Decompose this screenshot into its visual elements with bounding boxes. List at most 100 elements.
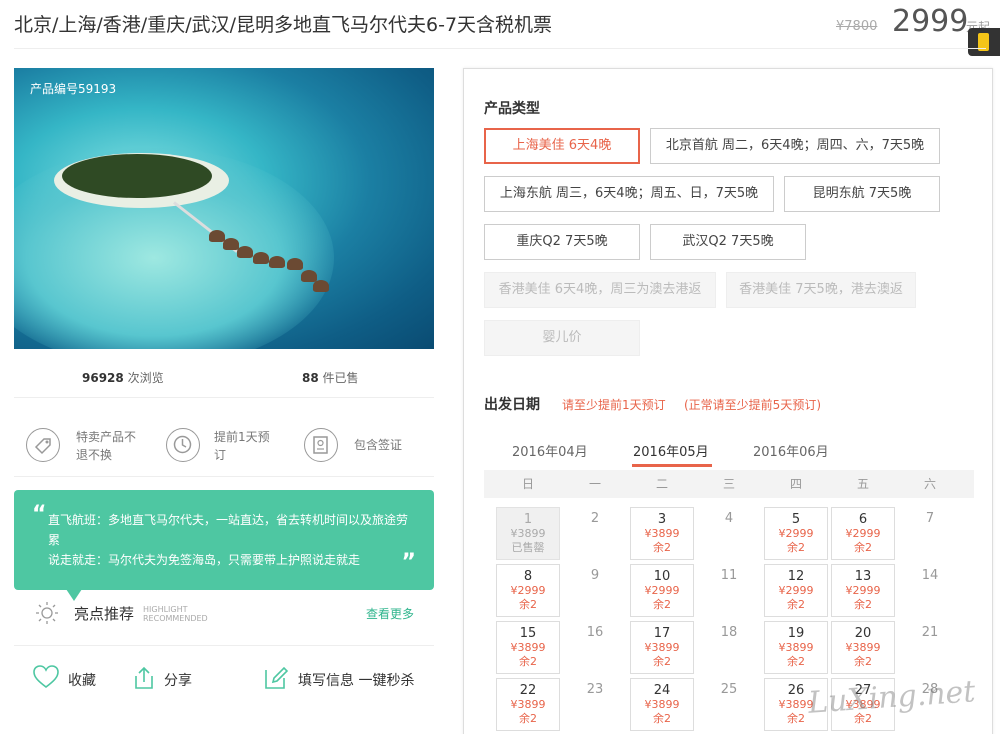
day-stock: 余2 <box>854 598 872 611</box>
day-price: ¥3899 <box>845 641 881 654</box>
fill-info-button[interactable]: 填写信息 一键秒杀 <box>298 670 414 690</box>
clock-icon <box>166 428 200 462</box>
calendar-day-16: 16 <box>563 621 627 674</box>
heart-icon[interactable] <box>32 664 60 694</box>
passport-icon <box>304 428 338 462</box>
calendar-day-6[interactable]: 6 ¥2999 余2 <box>831 507 895 560</box>
calendar-day-15[interactable]: 15 ¥3899 余2 <box>496 621 560 674</box>
calendar-day-12[interactable]: 12 ¥2999 余2 <box>764 564 828 617</box>
day-price: ¥2999 <box>845 527 881 540</box>
month-tab-may[interactable]: 2016年05月 <box>633 441 709 460</box>
calendar-day-18: 18 <box>697 621 761 674</box>
type-option-chongqing-q2[interactable]: 重庆Q2 7天5晚 <box>484 224 640 260</box>
calendar-day-11: 11 <box>697 564 761 617</box>
day-number: 1 <box>523 512 533 527</box>
view-more-link[interactable]: 查看更多 <box>366 605 414 622</box>
divider <box>14 476 434 477</box>
booking-note-normal: (正常请至少提前5天预订) <box>684 398 821 412</box>
day-number: 3 <box>657 512 667 527</box>
favorite-button[interactable]: 收藏 <box>68 670 96 690</box>
day-stock: 余2 <box>653 712 671 725</box>
weekday-label: 三 <box>722 477 735 491</box>
day-number: 16 <box>586 625 604 640</box>
month-tab-april[interactable]: 2016年04月 <box>512 441 588 460</box>
calendar-day-1: 1 ¥3899 已售罄 <box>496 507 560 560</box>
product-image[interactable] <box>14 68 434 349</box>
day-stock: 余2 <box>653 655 671 668</box>
quote-open-icon: “ <box>32 502 47 527</box>
active-month-indicator <box>632 464 712 467</box>
day-stock: 余2 <box>854 655 872 668</box>
day-number: 20 <box>854 626 872 641</box>
type-option-wuhan-q2[interactable]: 武汉Q2 7天5晚 <box>650 224 806 260</box>
day-number: 13 <box>854 569 872 584</box>
calendar-day-3[interactable]: 3 ¥3899 余2 <box>630 507 694 560</box>
tag-icon <box>26 428 60 462</box>
day-price: ¥3899 <box>510 527 546 540</box>
type-option-kunming-donghang[interactable]: 昆明东航 7天5晚 <box>784 176 940 212</box>
calendar-day-17[interactable]: 17 ¥3899 余2 <box>630 621 694 674</box>
day-number: 12 <box>787 569 805 584</box>
day-stock: 已售罄 <box>511 541 545 554</box>
calendar-day-20[interactable]: 20 ¥3899 余2 <box>831 621 895 674</box>
day-price: ¥3899 <box>778 641 814 654</box>
type-option-hongkong-7d: 香港美佳 7天5晚，港去澳返 <box>726 272 916 308</box>
booking-note: 请至少提前1天预订 <box>562 398 666 412</box>
edit-icon[interactable] <box>262 664 290 696</box>
day-number: 6 <box>858 512 868 527</box>
day-price: ¥3899 <box>644 698 680 711</box>
share-icon[interactable] <box>130 664 158 696</box>
header-divider <box>14 48 986 49</box>
day-number: 22 <box>519 683 537 698</box>
weekday-label: 四 <box>789 477 802 491</box>
day-number: 15 <box>519 626 537 641</box>
day-number: 14 <box>921 568 939 583</box>
calendar-day-24[interactable]: 24 ¥3899 余2 <box>630 678 694 731</box>
weekday-label: 二 <box>655 477 668 491</box>
day-stock: 余2 <box>854 541 872 554</box>
current-price: 2999 <box>892 4 969 39</box>
day-number: 25 <box>720 682 738 697</box>
day-stock: 余2 <box>787 598 805 611</box>
day-stock: 余2 <box>653 598 671 611</box>
calendar-day-19[interactable]: 19 ¥3899 余2 <box>764 621 828 674</box>
day-price: ¥3899 <box>644 527 680 540</box>
weekday-label: 一 <box>588 477 601 491</box>
highlights-title: 亮点推荐 <box>74 605 135 623</box>
day-stock: 余2 <box>787 655 805 668</box>
view-count: 96928 次浏览 <box>82 371 164 385</box>
side-badge[interactable] <box>968 28 1000 56</box>
month-tab-june[interactable]: 2016年06月 <box>753 441 829 460</box>
original-price: ¥7800 <box>836 19 878 34</box>
highlight-line-1: 直飞航班：多地直飞马尔代夫，一站直达，省去转机时间以及旅途劳累 <box>48 513 409 547</box>
day-number: 23 <box>586 682 604 697</box>
highlight-quote-box: “ 直飞航班：多地直飞马尔代夫，一站直达，省去转机时间以及旅途劳累 说走就走：马… <box>14 490 434 590</box>
calendar-day-10[interactable]: 10 ¥2999 余2 <box>630 564 694 617</box>
type-option-shanghai-meijia[interactable]: 上海美佳 6天4晚 <box>484 128 640 164</box>
day-price: ¥2999 <box>778 527 814 540</box>
feature-no-refund: 特卖产品不退不换 <box>76 430 137 462</box>
departure-date-title: 出发日期 <box>484 397 540 413</box>
sold-count: 88 件已售 <box>302 371 359 385</box>
divider <box>14 645 434 646</box>
type-option-shanghai-donghang[interactable]: 上海东航 周三，6天4晚；周五、日，7天5晚 <box>484 176 774 212</box>
calendar-day-25: 25 <box>697 678 761 731</box>
calendar-day-22[interactable]: 22 ¥3899 余2 <box>496 678 560 731</box>
day-price: ¥2999 <box>644 584 680 597</box>
day-price: ¥2999 <box>510 584 546 597</box>
highlight-line-2: 说走就走：马尔代夫为免签海岛，只需要带上护照说走就走 <box>48 553 361 567</box>
type-option-beijing-shouhang[interactable]: 北京首航 周二，6天4晚；周四、六，7天5晚 <box>650 128 940 164</box>
weekday-label: 六 <box>923 477 936 491</box>
calendar-day-13[interactable]: 13 ¥2999 余2 <box>831 564 895 617</box>
highlights-subtitle: HIGHLIGHT RECOMMENDED <box>143 605 208 623</box>
feature-book-ahead: 提前1天预订 <box>214 430 270 462</box>
day-number: 19 <box>787 626 805 641</box>
calendar-day-8[interactable]: 8 ¥2999 余2 <box>496 564 560 617</box>
calendar-day-21: 21 <box>898 621 962 674</box>
calendar-day-5[interactable]: 5 ¥2999 余2 <box>764 507 828 560</box>
weekday-label: 五 <box>856 477 869 491</box>
day-number: 11 <box>720 568 738 583</box>
calendar-day-9: 9 <box>563 564 627 617</box>
share-button[interactable]: 分享 <box>164 670 192 690</box>
feature-visa: 包含签证 <box>354 438 403 452</box>
